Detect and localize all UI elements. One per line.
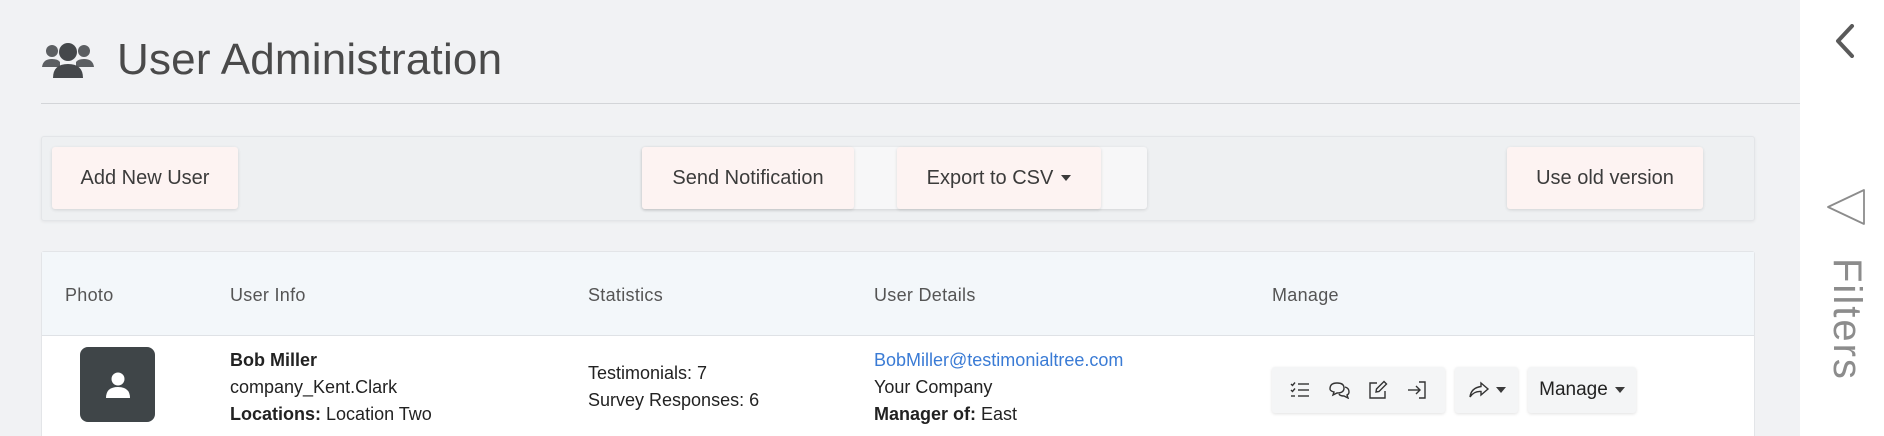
user-company: Your Company <box>874 377 993 397</box>
row-action-icons <box>1272 367 1445 413</box>
filters-panel: Filters <box>1800 0 1884 436</box>
user-name: Bob Miller <box>230 350 318 370</box>
toolbar: Add New User Send Notification Export to… <box>41 136 1755 221</box>
statistics-cell: Testimonials: 7 Survey Responses: 6 <box>588 360 759 414</box>
users-table: Photo User Info Statistics User Details … <box>41 251 1755 436</box>
locations-label: Locations: <box>230 404 322 424</box>
share-icon <box>1468 381 1489 398</box>
add-new-user-button[interactable]: Add New User <box>52 147 238 209</box>
action-button-group: Send Notification Export to CSV <box>642 147 1147 209</box>
user-locations: Locations: Location Two <box>230 401 432 428</box>
column-header-user-info: User Info <box>230 285 306 305</box>
user-manager-of: Manager of: East <box>874 401 1123 428</box>
user-details-cell: BobMiller@testimonialtree.com Your Compa… <box>874 347 1123 428</box>
funnel-icon[interactable] <box>1826 188 1866 233</box>
column-header-statistics: Statistics <box>588 285 664 305</box>
edit-icon[interactable] <box>1361 373 1395 407</box>
send-notification-label: Send Notification <box>672 166 824 189</box>
chevron-left-icon[interactable] <box>1834 24 1856 63</box>
filters-label[interactable]: Filters <box>1824 258 1869 381</box>
user-icon <box>105 372 130 398</box>
checklist-icon[interactable] <box>1283 373 1317 407</box>
locations-value: Location Two <box>326 404 432 424</box>
survey-responses-count: Survey Responses: 6 <box>588 390 760 410</box>
share-dropdown-button[interactable] <box>1455 367 1518 413</box>
avatar <box>80 347 155 422</box>
login-as-icon[interactable] <box>1400 373 1434 407</box>
manage-dropdown-button[interactable]: Manage <box>1528 367 1636 413</box>
users-icon <box>41 40 95 80</box>
user-email-link[interactable]: BobMiller@testimonialtree.com <box>874 347 1123 374</box>
manager-label: Manager of: <box>874 404 977 424</box>
send-notification-button[interactable]: Send Notification <box>642 147 854 209</box>
column-header-photo: Photo <box>65 285 114 305</box>
use-old-version-label: Use old version <box>1536 166 1674 189</box>
page-header: User Administration <box>41 30 502 90</box>
column-header-user-details: User Details <box>874 285 976 305</box>
page-title: User Administration <box>117 35 503 84</box>
table-header: Photo User Info Statistics User Details … <box>42 252 1754 336</box>
header-divider <box>41 103 1800 104</box>
user-info-cell: Bob Miller company_Kent.Clark Locations:… <box>230 347 432 428</box>
caret-down-icon <box>1614 387 1625 393</box>
use-old-version-button[interactable]: Use old version <box>1507 147 1703 209</box>
testimonials-count: Testimonials: 7 <box>588 363 708 383</box>
manage-label: Manage <box>1539 379 1608 400</box>
caret-down-icon <box>1495 387 1506 393</box>
caret-down-icon <box>1061 175 1072 181</box>
chat-icon[interactable] <box>1322 373 1356 407</box>
table-row: Bob Miller company_Kent.Clark Locations:… <box>42 337 1754 436</box>
export-csv-button[interactable]: Export to CSV <box>897 147 1101 209</box>
main-content: User Administration Add New User Send No… <box>0 0 1800 436</box>
manager-value: East <box>981 404 1018 424</box>
user-username: company_Kent.Clark <box>230 377 398 397</box>
add-new-user-label: Add New User <box>80 166 210 189</box>
column-header-manage: Manage <box>1272 285 1339 305</box>
export-csv-label: Export to CSV <box>926 166 1054 189</box>
